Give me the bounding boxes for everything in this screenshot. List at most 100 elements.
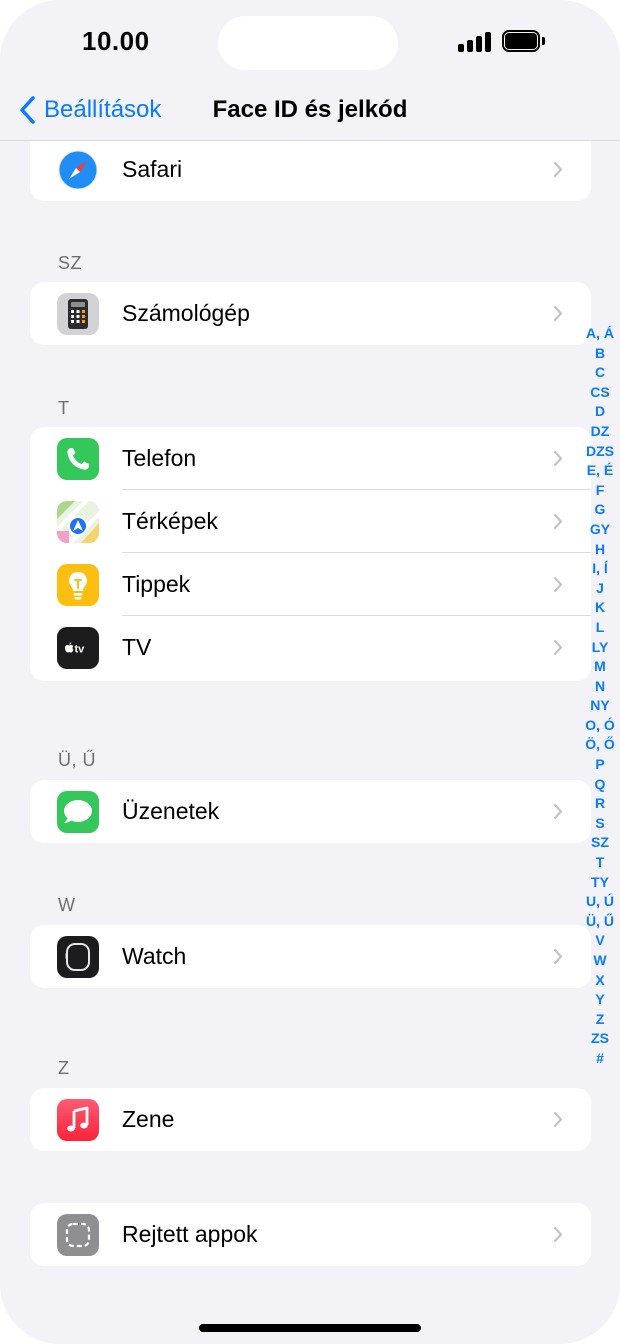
tips-icon <box>57 564 99 606</box>
index-letter[interactable]: Ö, Ő <box>585 735 615 755</box>
list-item-label: Watch <box>122 943 187 969</box>
dynamic-island <box>218 16 398 70</box>
group-w: Watch <box>30 925 591 988</box>
index-letter[interactable]: N <box>595 677 605 697</box>
index-letter[interactable]: DZ <box>591 422 610 442</box>
safari-icon <box>57 149 99 191</box>
music-icon <box>57 1099 99 1141</box>
chevron-right-icon <box>553 1111 563 1128</box>
maps-icon <box>57 501 99 543</box>
index-letter[interactable]: LY <box>592 638 609 658</box>
index-letter[interactable]: # <box>596 1049 604 1069</box>
index-letter[interactable]: D <box>595 402 605 422</box>
group-t: Telefon Térképek Tippek tv TV <box>30 427 591 681</box>
group-uu: Üzenetek <box>30 780 591 843</box>
index-letter[interactable]: O, Ó <box>585 716 615 736</box>
navigation-bar: Beállítások Face ID és jelkód <box>0 80 620 141</box>
index-letter[interactable]: G <box>595 500 606 520</box>
section-header-uu: Ü, Ű <box>58 750 96 770</box>
group-sz: Számológép <box>30 282 591 345</box>
list-item-label: Safari <box>122 156 183 182</box>
index-letter[interactable]: C <box>595 363 605 383</box>
section-header-sz: SZ <box>58 253 83 273</box>
hidden-apps-icon <box>57 1214 99 1256</box>
status-time: 10.00 <box>82 26 150 56</box>
index-letter[interactable]: E, É <box>587 461 613 481</box>
list-item-szamologep[interactable]: Számológép <box>30 282 591 345</box>
index-letter[interactable]: CS <box>590 383 609 403</box>
list-item-terkepek[interactable]: Térképek <box>30 490 591 553</box>
index-letter[interactable]: NY <box>590 696 609 716</box>
list-item-label: Rejtett appok <box>122 1221 258 1247</box>
index-letter[interactable]: R <box>595 794 605 814</box>
list-item-label: Tippek <box>122 571 191 597</box>
index-letter[interactable]: Q <box>595 775 606 795</box>
chevron-right-icon <box>553 639 563 656</box>
list-item-label: Térképek <box>122 508 218 534</box>
phone-screen: 10.00 Beállítások Face ID és jelkód Safa… <box>0 0 620 1344</box>
index-letter[interactable]: A, Á <box>586 324 614 344</box>
list-item-label: Számológép <box>122 300 250 326</box>
index-letter[interactable]: GY <box>590 520 610 540</box>
index-letter[interactable]: X <box>595 971 604 991</box>
home-indicator[interactable] <box>199 1324 421 1332</box>
signal-icon <box>458 32 492 52</box>
index-letter[interactable]: B <box>595 344 605 364</box>
calculator-icon <box>57 293 99 335</box>
chevron-right-icon <box>553 948 563 965</box>
index-letter[interactable]: ZS <box>591 1029 609 1049</box>
index-letter[interactable]: I, Í <box>592 559 608 579</box>
chevron-right-icon <box>553 803 563 820</box>
index-letter[interactable]: Ü, Ű <box>586 912 614 932</box>
chevron-right-icon <box>553 305 563 322</box>
list-item-label: Telefon <box>122 445 197 471</box>
index-letter[interactable]: TY <box>591 873 609 893</box>
index-letter[interactable]: M <box>594 657 606 677</box>
index-letter[interactable]: L <box>596 618 605 638</box>
svg-text:tv: tv <box>75 644 86 656</box>
chevron-right-icon <box>553 161 563 178</box>
index-letter[interactable]: J <box>596 579 604 599</box>
chevron-right-icon <box>553 450 563 467</box>
list-item-telefon[interactable]: Telefon <box>30 427 591 490</box>
index-letter[interactable]: DZS <box>586 442 614 462</box>
messages-icon <box>57 791 99 833</box>
index-letter[interactable]: W <box>593 951 606 971</box>
section-header-z: Z <box>58 1058 70 1078</box>
tv-icon: tv <box>57 627 99 669</box>
watch-icon <box>57 936 99 978</box>
list-item-tv[interactable]: tv TV <box>30 616 591 679</box>
index-letter[interactable]: Y <box>595 990 604 1010</box>
list-item-safari[interactable]: Safari <box>30 141 591 201</box>
chevron-right-icon <box>553 513 563 530</box>
list-item-label: Üzenetek <box>122 798 220 824</box>
safari-group: Safari <box>30 141 591 201</box>
list-item-zene[interactable]: Zene <box>30 1088 591 1151</box>
index-letter[interactable]: T <box>596 853 605 873</box>
index-letter[interactable]: H <box>595 540 605 560</box>
index-letter[interactable]: SZ <box>591 833 609 853</box>
list-item-label: Zene <box>122 1106 175 1132</box>
index-letter[interactable]: S <box>595 814 604 834</box>
chevron-right-icon <box>553 1226 563 1243</box>
section-header-w: W <box>58 895 76 915</box>
list-item-rejtett-appok[interactable]: Rejtett appok <box>30 1203 591 1266</box>
list-item-tippek[interactable]: Tippek <box>30 553 591 616</box>
list-item-watch[interactable]: Watch <box>30 925 591 988</box>
section-header-t: T <box>58 398 70 418</box>
phone-icon <box>57 438 99 480</box>
chevron-right-icon <box>553 576 563 593</box>
index-letter[interactable]: P <box>595 755 604 775</box>
group-z: Zene <box>30 1088 591 1151</box>
list-item-label: TV <box>122 634 152 660</box>
alphabet-index[interactable]: A, Á B C CS D DZ DZS E, É F G GY H I, Í J K L LY M N NY O, Ó… <box>578 324 620 1069</box>
index-letter[interactable]: K <box>595 598 605 618</box>
battery-icon <box>502 30 546 52</box>
index-letter[interactable]: U, Ú <box>586 892 614 912</box>
index-letter[interactable]: V <box>595 931 604 951</box>
index-letter[interactable]: F <box>596 481 605 501</box>
group-hidden-apps: Rejtett appok <box>30 1203 591 1266</box>
page-title: Face ID és jelkód <box>212 96 408 123</box>
index-letter[interactable]: Z <box>596 1010 605 1030</box>
list-item-uzenetek[interactable]: Üzenetek <box>30 780 591 843</box>
